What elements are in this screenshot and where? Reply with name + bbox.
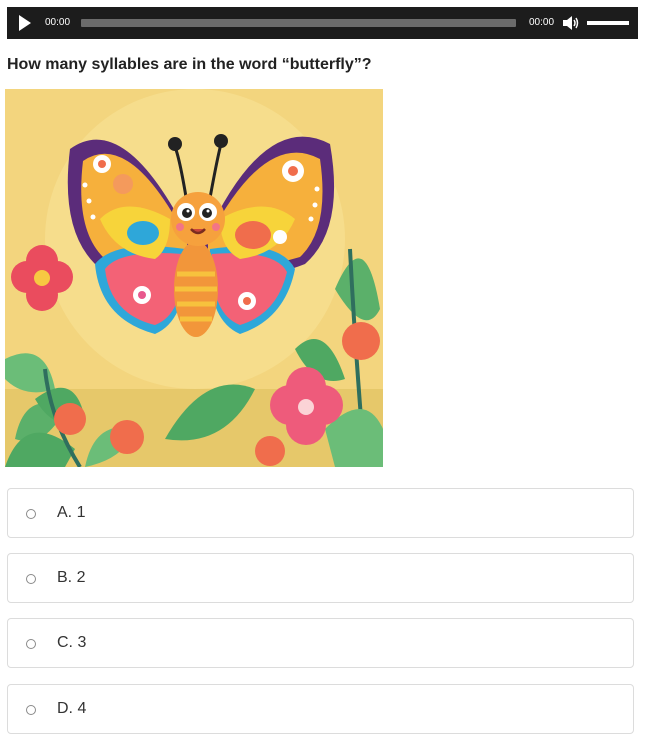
total-time: 00:00 bbox=[529, 17, 555, 28]
option-b[interactable]: B. 2 bbox=[7, 553, 634, 603]
option-label: C. 3 bbox=[57, 634, 87, 651]
option-label: D. 4 bbox=[57, 700, 87, 717]
option-label: A. 1 bbox=[57, 504, 86, 521]
option-label: B. 2 bbox=[57, 569, 86, 586]
current-time: 00:00 bbox=[45, 17, 71, 28]
question-text: How many syllables are in the word “butt… bbox=[7, 56, 372, 73]
option-d[interactable]: D. 4 bbox=[7, 684, 634, 734]
volume-fill bbox=[587, 21, 629, 25]
speaker-icon[interactable] bbox=[562, 15, 580, 31]
radio-button[interactable] bbox=[26, 705, 36, 715]
play-button[interactable] bbox=[19, 15, 31, 31]
audio-player: 00:00 00:00 bbox=[7, 7, 638, 39]
radio-button[interactable] bbox=[26, 509, 36, 519]
radio-button[interactable] bbox=[26, 574, 36, 584]
radio-button[interactable] bbox=[26, 639, 36, 649]
volume-slider[interactable] bbox=[587, 21, 629, 25]
progress-bar[interactable] bbox=[81, 19, 516, 27]
butterfly-image bbox=[5, 89, 383, 469]
option-a[interactable]: A. 1 bbox=[7, 488, 634, 538]
option-c[interactable]: C. 3 bbox=[7, 618, 634, 668]
